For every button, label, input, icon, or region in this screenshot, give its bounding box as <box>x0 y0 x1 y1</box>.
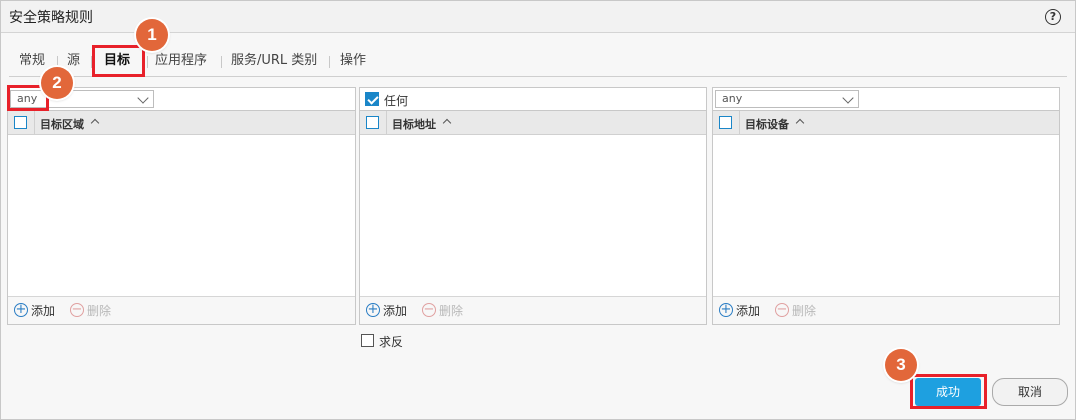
delete-label: 删除 <box>792 304 817 318</box>
column-divider <box>739 111 740 135</box>
chevron-down-icon <box>842 92 854 104</box>
destination-address-panel: 任何 目标地址 + 添加 − 删除 <box>359 87 707 325</box>
device-grid-header: 目标设备 <box>713 111 1059 135</box>
delete-zone-button: − 删除 <box>70 303 111 319</box>
sort-ascending-icon[interactable] <box>795 118 805 128</box>
tab-service-url-category[interactable]: 服务/URL 类别 <box>231 45 317 77</box>
security-policy-rule-dialog: 安全策略规则 ? 常规 源 目标 应用程序 服务/URL 类别 操作 any 目… <box>0 0 1076 420</box>
address-select-all-checkbox[interactable] <box>366 116 379 129</box>
minus-circle-icon: − <box>775 302 789 317</box>
destination-zone-panel: any 目标区域 + 添加 − 删除 <box>7 87 356 325</box>
tab-divider <box>147 56 148 68</box>
add-address-button[interactable]: + 添加 <box>366 303 407 319</box>
destination-device-panel: any 目标设备 + 添加 − 删除 <box>712 87 1060 325</box>
tab-bar: 常规 源 目标 应用程序 服务/URL 类别 操作 <box>1 45 1075 77</box>
sort-ascending-icon[interactable] <box>442 118 452 128</box>
add-label: 添加 <box>736 304 761 318</box>
zone-grid-header: 目标区域 <box>8 111 355 135</box>
minus-circle-icon: − <box>70 302 84 317</box>
address-column-header[interactable]: 目标地址 <box>392 116 436 132</box>
chevron-down-icon <box>137 92 149 104</box>
tab-general[interactable]: 常规 <box>19 45 45 77</box>
sort-ascending-icon[interactable] <box>90 118 100 128</box>
tab-divider <box>221 56 222 68</box>
minus-circle-icon: − <box>422 302 436 317</box>
zone-column-header[interactable]: 目标区域 <box>40 116 84 132</box>
plus-circle-icon: + <box>14 302 28 317</box>
device-grid-footer: + 添加 − 删除 <box>713 296 1059 324</box>
callout-badge-1: 1 <box>136 19 168 51</box>
callout-badge-2: 2 <box>41 67 73 99</box>
zone-grid: 目标区域 + 添加 − 删除 <box>8 110 355 324</box>
tabs-underline <box>9 76 1067 77</box>
device-select-all-checkbox[interactable] <box>719 116 732 129</box>
add-zone-button[interactable]: + 添加 <box>14 303 55 319</box>
any-address-label[interactable]: 任何 <box>384 92 408 109</box>
delete-label: 删除 <box>87 304 112 318</box>
add-label: 添加 <box>383 304 408 318</box>
delete-label: 删除 <box>439 304 464 318</box>
zone-select-all-checkbox[interactable] <box>14 116 27 129</box>
add-label: 添加 <box>31 304 56 318</box>
delete-device-button: − 删除 <box>775 303 816 319</box>
device-dropdown-value: any <box>722 92 743 105</box>
cancel-button[interactable]: 取消 <box>992 378 1068 406</box>
tab-divider <box>329 56 330 68</box>
zone-grid-footer: + 添加 − 删除 <box>8 296 355 324</box>
callout-highlight-ok-button <box>910 374 987 409</box>
callout-highlight-destination-tab <box>92 45 145 77</box>
address-grid-footer: + 添加 − 删除 <box>360 296 706 324</box>
dialog-title: 安全策略规则 <box>9 10 93 26</box>
column-divider <box>34 111 35 135</box>
plus-circle-icon: + <box>366 302 380 317</box>
device-column-header[interactable]: 目标设备 <box>745 116 789 132</box>
column-divider <box>386 111 387 135</box>
add-device-button[interactable]: + 添加 <box>719 303 760 319</box>
tab-application[interactable]: 应用程序 <box>155 45 207 77</box>
device-dropdown[interactable]: any <box>715 90 859 108</box>
address-grid: 目标地址 + 添加 − 删除 <box>360 110 706 324</box>
callout-badge-3: 3 <box>885 349 917 381</box>
help-icon[interactable]: ? <box>1045 9 1061 25</box>
tab-actions[interactable]: 操作 <box>340 45 366 77</box>
any-address-checkbox[interactable] <box>365 92 379 106</box>
plus-circle-icon: + <box>719 302 733 317</box>
device-grid: 目标设备 + 添加 − 删除 <box>713 110 1059 324</box>
negate-label[interactable]: 求反 <box>379 333 403 350</box>
address-grid-header: 目标地址 <box>360 111 706 135</box>
negate-checkbox[interactable] <box>361 334 374 347</box>
delete-address-button: − 删除 <box>422 303 463 319</box>
